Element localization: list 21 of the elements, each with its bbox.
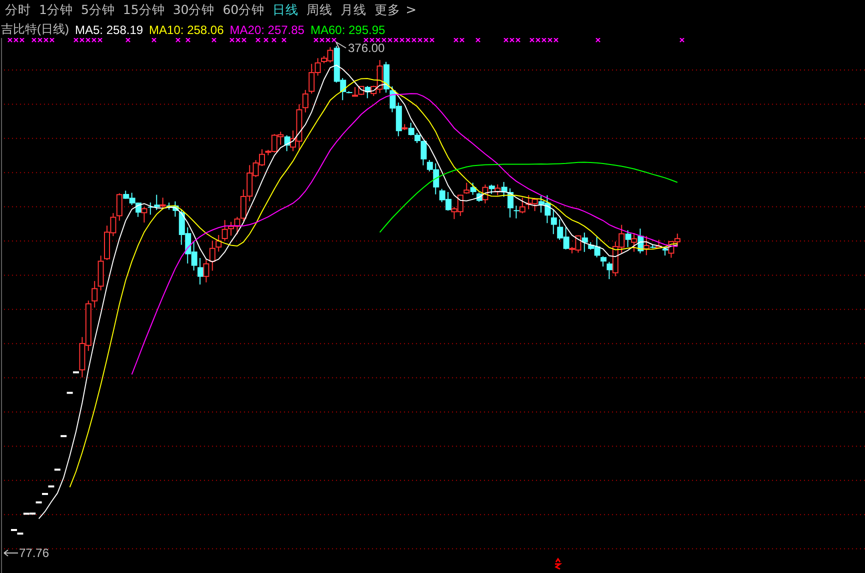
low-price-label: 77.76 — [19, 546, 50, 560]
period-tab[interactable]: 60分钟 — [220, 2, 270, 19]
period-tab[interactable]: 更多 — [372, 2, 406, 19]
chevron-icon[interactable]: > — [406, 3, 417, 18]
period-tab[interactable]: 1分钟 — [36, 2, 78, 19]
period-tab[interactable]: 15分钟 — [120, 2, 170, 19]
stock-title: 吉比特(日线) — [1, 21, 69, 38]
period-tab[interactable]: 分时 — [2, 2, 36, 19]
period-tab[interactable]: 30分钟 — [170, 2, 220, 19]
period-tab[interactable]: 日线 — [270, 2, 304, 19]
moving-average-value: MA20: 257.85 — [230, 22, 304, 36]
period-tab[interactable]: 5分钟 — [78, 2, 120, 19]
low-pointer-icon — [4, 550, 18, 556]
high-pointer-icon — [336, 42, 346, 48]
moving-average-value: MA60: 295.95 — [310, 22, 386, 36]
period-tab[interactable]: 月线 — [338, 2, 372, 19]
marker-icon — [554, 558, 562, 570]
high-price-label: 376.00 — [348, 41, 385, 55]
period-tab[interactable]: 周线 — [304, 2, 338, 19]
moving-average-value: MA5: 258.19 — [75, 22, 144, 36]
moving-average-value: MA10: 258.06 — [149, 22, 224, 36]
